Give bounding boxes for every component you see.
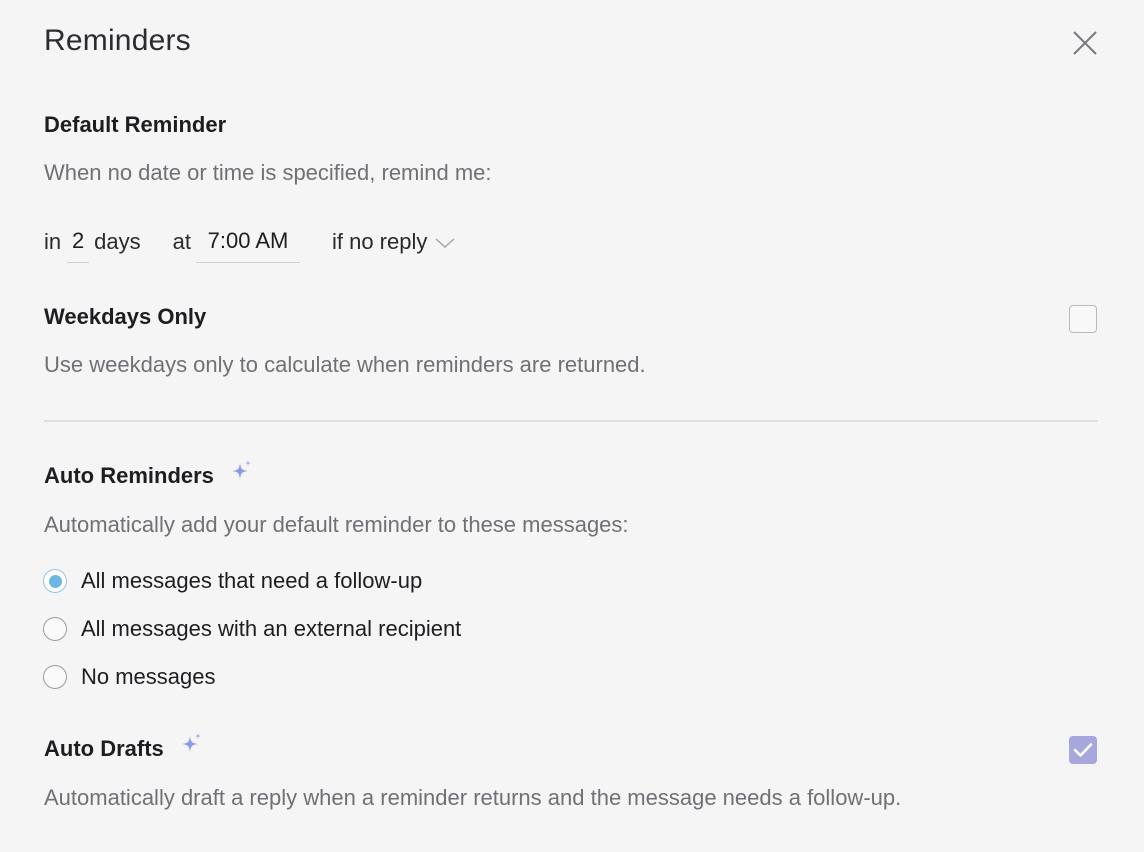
- radio-option-follow-up[interactable]: All messages that need a follow-up: [43, 568, 422, 594]
- radio-option-label: All messages with an external recipient: [81, 616, 462, 641]
- default-reminder-row: in 2 days at 7:00 AM if no reply: [44, 220, 455, 264]
- section-divider: [44, 420, 1098, 422]
- auto-reminders-heading: Auto Reminders: [44, 460, 254, 489]
- radio-button[interactable]: [43, 617, 67, 641]
- weekdays-only-description: Use weekdays only to calculate when remi…: [44, 352, 646, 377]
- radio-option-label: No messages: [81, 664, 216, 689]
- auto-reminders-description: Automatically add your default reminder …: [44, 512, 629, 537]
- auto-drafts-heading: Auto Drafts: [44, 733, 204, 762]
- auto-reminders-title: Auto Reminders: [44, 463, 214, 488]
- default-reminder-heading: Default Reminder: [44, 112, 227, 137]
- reminders-panel: Reminders Default Reminder When no date …: [0, 0, 1144, 852]
- days-label: days: [94, 229, 141, 254]
- radio-button[interactable]: [43, 665, 67, 689]
- radio-option-no-messages[interactable]: No messages: [43, 664, 216, 690]
- radio-option-label: All messages that need a follow-up: [81, 568, 423, 593]
- close-button[interactable]: [1068, 26, 1102, 60]
- auto-drafts-title: Auto Drafts: [44, 736, 164, 761]
- sparkle-icon: [181, 733, 201, 752]
- in-label: in: [44, 229, 62, 254]
- days-input[interactable]: 2: [67, 222, 90, 263]
- sparkle-icon: [231, 460, 251, 479]
- time-input[interactable]: 7:00 AM: [195, 222, 300, 263]
- chevron-down-icon: [435, 238, 455, 249]
- at-label: at: [172, 229, 191, 254]
- radio-button-selected[interactable]: [43, 569, 67, 593]
- auto-drafts-description: Automatically draft a reply when a remin…: [44, 785, 902, 810]
- radio-option-external-recipient[interactable]: All messages with an external recipient: [43, 616, 461, 642]
- condition-dropdown-value: if no reply: [331, 229, 428, 254]
- close-icon: [1073, 31, 1097, 55]
- page-title: Reminders: [44, 24, 191, 57]
- weekdays-only-heading: Weekdays Only: [44, 304, 207, 329]
- condition-dropdown[interactable]: if no reply: [332, 229, 455, 255]
- weekdays-only-checkbox[interactable]: [1069, 305, 1097, 333]
- checkmark-icon: [1073, 743, 1093, 757]
- auto-drafts-checkbox[interactable]: [1069, 736, 1097, 764]
- default-reminder-description: When no date or time is specified, remin…: [44, 160, 492, 185]
